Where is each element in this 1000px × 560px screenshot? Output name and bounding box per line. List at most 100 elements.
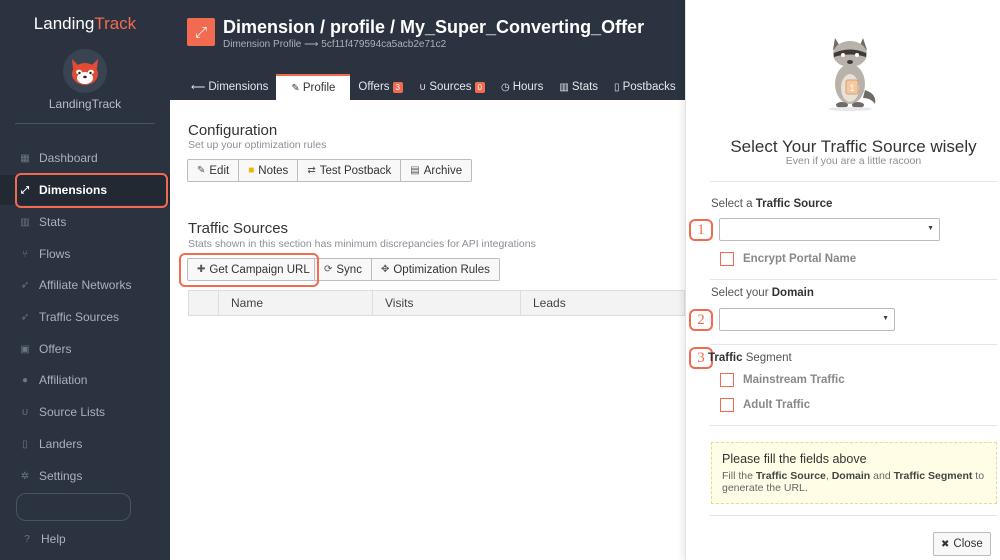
sources-count-badge: 0 — [474, 81, 485, 93]
sidebar: LandingTrack LandingTrack ▦ Dashboard ⤢ Di… — [0, 0, 170, 560]
sidebar-item-flows[interactable]: ⑂ Flows — [0, 239, 170, 269]
tab-dimensions[interactable]: ⟵ Dimensions — [183, 74, 276, 100]
domain-label: Select your Domain — [711, 287, 814, 299]
traffic-source-select[interactable]: ▼ — [719, 218, 940, 241]
sidebar-item-offers[interactable]: ▣ Offers — [0, 334, 170, 364]
note-icon: ■ — [248, 165, 255, 176]
checkbox-box[interactable] — [720, 252, 734, 266]
offers-count-badge: 3 — [392, 81, 403, 93]
close-button[interactable]: ✖ Close — [933, 532, 991, 556]
brand-logo-text[interactable]: LandingTrack — [0, 14, 170, 34]
sidebar-item-help[interactable]: ? Help — [0, 524, 170, 554]
tab-offers[interactable]: Offers 3 — [350, 74, 411, 100]
get-campaign-url-button[interactable]: ✚ Get Campaign URL — [187, 258, 315, 281]
page-subtitle: Dimension Profile ⟶ 5cf11f479594ca5acb2e… — [223, 39, 447, 50]
question-icon: ? — [24, 533, 30, 545]
tab-hours[interactable]: ◷ Hours — [493, 74, 551, 100]
column-header-visits[interactable]: Visits — [372, 290, 521, 316]
checkbox-box[interactable] — [720, 373, 734, 387]
panel-subtitle: Even if you are a little racoon — [785, 155, 922, 167]
notes-button[interactable]: ■ Notes — [238, 159, 299, 182]
main-content: ⤢ Dimension / profile / My_Super_Convert… — [170, 0, 685, 560]
bar-chart-icon: ▥ — [20, 216, 30, 228]
logo-caption: LandingTrack — [48, 97, 122, 111]
dashboard-icon: ▦ — [20, 152, 30, 164]
users-icon: ● — [21, 374, 29, 386]
file-icon: ▯ — [614, 81, 620, 93]
sidebar-item-stats[interactable]: ▥ Stats — [0, 207, 170, 237]
image-icon: ▣ — [20, 343, 30, 355]
expand-icon: ⤢ — [21, 184, 29, 196]
arrow-left-icon: ⟵ — [191, 81, 206, 93]
encrypt-portal-name-checkbox[interactable]: Encrypt Portal Name — [720, 252, 856, 266]
traffic-sources-title: Traffic Sources — [188, 220, 289, 237]
mainstream-traffic-checkbox[interactable]: Mainstream Traffic — [720, 373, 845, 387]
panel-divider — [710, 515, 997, 516]
traffic-sources-button-group: ✚ Get Campaign URL ⟳ Sync ✥ Optimization Ru… — [187, 258, 500, 281]
sync-icon: ⟳ — [324, 264, 333, 275]
checkbox-box[interactable] — [720, 398, 734, 412]
traffic-segment-label: Traffic Segment — [708, 352, 792, 364]
file-icon: ▯ — [22, 438, 28, 450]
table-select-column — [188, 290, 219, 316]
sidebar-search-box[interactable] — [16, 493, 131, 521]
pencil-icon: ✎ — [291, 82, 300, 94]
racoon-mascot-icon: 1 — [819, 32, 881, 112]
edit-button[interactable]: ✎ Edit — [187, 159, 240, 182]
panel-divider — [710, 279, 997, 280]
bar-chart-icon: ▥ — [559, 81, 569, 93]
magnet-icon: ∪ — [418, 81, 427, 93]
traffic-source-label: Select a Traffic Source — [711, 198, 833, 210]
caret-down-icon: ▼ — [882, 315, 889, 322]
panel-title: Select Your Traffic Source wisely — [730, 137, 977, 156]
sidebar-item-affiliate-networks[interactable]: ➶ Affiliate Networks — [0, 270, 170, 300]
plus-icon: ✚ — [197, 264, 206, 275]
sidebar-divider — [15, 123, 155, 124]
sidebar-item-affiliation[interactable]: ● Affiliation — [0, 365, 170, 395]
rocket-icon: ➶ — [20, 311, 30, 323]
traffic-source-panel: 1 Select Your Traffic Source wisely Even… — [685, 0, 1000, 560]
tab-stats[interactable]: ▥ Stats — [551, 74, 606, 100]
target-icon: ✥ — [380, 264, 390, 275]
sidebar-item-landers[interactable]: ▯ Landers — [0, 429, 170, 459]
step-2-marker: 2 — [689, 309, 713, 331]
expand-icon: ⤢ — [187, 18, 215, 46]
close-icon: ✖ — [941, 538, 950, 550]
info-text: Fill the Traffic Source, Domain and Traf… — [722, 470, 985, 494]
info-message-box: Please fill the fields above Fill the Tr… — [711, 442, 997, 504]
sidebar-item-source-lists[interactable]: ∪ Source Lists — [0, 397, 170, 427]
panel-divider — [710, 181, 997, 182]
sync-button[interactable]: ⟳ Sync — [314, 258, 372, 281]
traffic-sources-subtitle: Stats shown in this section has minimum … — [188, 238, 536, 250]
mascot-badge-text: 1 — [849, 83, 854, 93]
flow-icon: ⑂ — [22, 248, 28, 260]
caret-down-icon: ▼ — [927, 225, 934, 232]
domain-select[interactable]: ▼ — [719, 308, 895, 331]
page-title: Dimension / profile / My_Super_Convertin… — [223, 17, 645, 37]
sidebar-item-settings[interactable]: ✲ Settings — [0, 461, 170, 491]
optimization-rules-button[interactable]: ✥ Optimization Rules — [370, 258, 500, 281]
tab-bar: ⟵ Dimensions ✎ Profile Offers 3 ∪ Sources 0 ◷… — [183, 74, 684, 100]
sidebar-item-traffic-sources[interactable]: ➶ Traffic Sources — [0, 302, 170, 332]
step-1-marker: 1 — [689, 219, 713, 241]
configuration-title: Configuration — [188, 122, 278, 139]
tab-profile[interactable]: ✎ Profile — [276, 74, 351, 100]
sidebar-item-dashboard[interactable]: ▦ Dashboard — [0, 143, 170, 173]
archive-button[interactable]: ▤ Archive — [400, 159, 473, 182]
tab-postbacks[interactable]: ▯ Postbacks — [606, 74, 684, 100]
adult-traffic-checkbox[interactable]: Adult Traffic — [720, 398, 810, 412]
sidebar-item-dimensions[interactable]: ⤢ Dimensions — [0, 175, 170, 205]
configuration-subtitle: Set up your optimization rules — [188, 139, 327, 151]
pencil-icon: ✎ — [197, 165, 206, 176]
page-header: ⤢ Dimension / profile / My_Super_Convert… — [170, 0, 685, 100]
test-postback-button[interactable]: ⇄ Test Postback — [297, 159, 402, 182]
panel-divider — [710, 344, 997, 345]
magnet-icon: ∪ — [21, 406, 29, 418]
table-header-row: Name Visits Leads — [188, 290, 685, 316]
exchange-icon: ⇄ — [307, 165, 316, 176]
rocket-icon: ➶ — [20, 279, 30, 291]
tab-sources[interactable]: ∪ Sources 0 — [411, 74, 493, 100]
red-panda-logo — [63, 49, 107, 93]
column-header-name[interactable]: Name — [218, 290, 373, 316]
column-header-leads[interactable]: Leads — [520, 290, 685, 316]
